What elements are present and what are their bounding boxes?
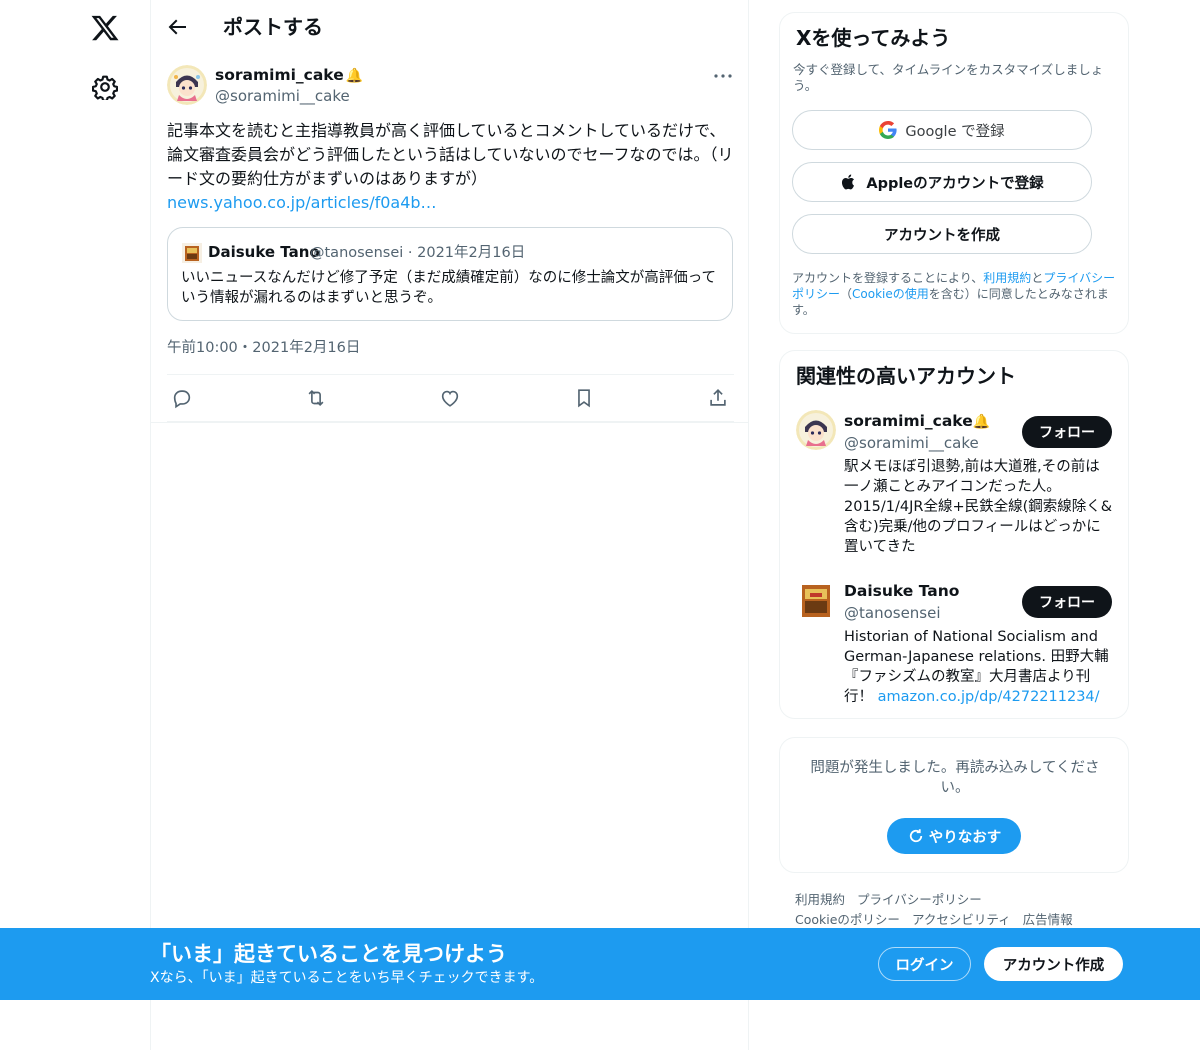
repost-icon[interactable] [305,387,327,409]
post-header: ポストする [151,0,749,54]
quoted-post[interactable]: Daisuke Tano @tanosensei · 2021年2月16日 いい… [167,227,733,321]
terms-link[interactable]: 利用規約 [983,271,1031,285]
related-title: 関連性の高いアカウント [796,364,1016,388]
legal-text-2: と [1031,271,1044,285]
related-account-name-text: soramimi_cake [844,412,973,430]
follow-button[interactable]: フォロー [1022,586,1112,618]
footer-link-terms[interactable]: 利用規約 [795,892,845,907]
create-account-label: アカウントを作成 [884,227,1000,244]
related-account-name[interactable]: Daisuke Tano [844,581,959,601]
x-logo-icon[interactable] [90,13,120,43]
author-handle[interactable]: @soramimi__cake [215,86,350,106]
quote-avatar [182,243,202,263]
related-account-bio: 駅メモほぼ引退勢,前は大道雅,その前は一ノ瀬ことみアイコンだった人。2015/1… [844,459,1113,555]
apple-signup-label: Appleのアカウントで登録 [866,175,1044,192]
more-options-icon[interactable] [711,64,735,88]
google-icon [879,121,897,139]
signup-button[interactable]: アカウント作成 [984,947,1123,981]
post-text: 記事本文を読むと主指導教員が高く評価しているとコメントしているだけで、論文審査委… [167,119,737,215]
bookmark-icon[interactable] [573,387,595,409]
signup-subtitle: 今すぐ登録して、タイムラインをカスタマイズしましょう。 [793,62,1104,93]
signup-card: Xを使ってみよう 今すぐ登録して、タイムラインをカスタマイズしましょう。 Goo… [779,12,1129,334]
post-text-content: 記事本文を読むと主指導教員が高く評価しているとコメントしているだけで、論文審査委… [167,121,734,188]
reply-icon[interactable] [171,387,193,409]
quote-text: いいニュースなんだけど修了予定（まだ成績確定前）なのに修士論文が高評価っていう情… [181,270,717,306]
divider [151,422,749,423]
left-nav [0,0,150,1050]
footer-link-privacy[interactable]: プライバシーポリシー [857,892,982,907]
apple-icon [842,174,855,190]
refresh-icon [909,829,922,843]
legal-text-3: （ [840,287,853,301]
author-name-text: soramimi_cake [215,66,344,84]
google-signup-label: Google で登録 [905,123,1005,140]
signup-title: Xを使ってみよう [796,26,951,50]
retry-label: やりなおす [928,829,1002,846]
avatar[interactable] [796,410,836,450]
signup-banner: 「いま」起きていることを見つけよう Xなら、「いま」起きていることをいち早くチェ… [0,928,1200,1000]
share-icon[interactable] [707,387,729,409]
error-card: 問題が発生しました。再読み込みしてください。 やりなおす [779,737,1129,873]
google-signup-button[interactable]: Google で登録 [792,110,1092,150]
footer-link-ads[interactable]: 広告情報 [1023,912,1073,927]
retry-button[interactable]: やりなおす [887,818,1021,854]
post-actions [167,374,734,422]
page-title: ポストする [223,15,323,39]
post-timestamp[interactable]: 午前10:00・2021年2月16日 [167,337,360,359]
like-icon[interactable] [439,387,461,409]
footer-links: 利用規約 プライバシーポリシー Cookieのポリシー アクセシビリティ 広告情報 [795,890,1125,930]
related-account-handle: @tanosensei [844,604,941,622]
main-column: ポストする soramimi_cake 🔔 @soramimi__cake 記事本… [150,0,749,1050]
bio-link[interactable]: amazon.co.jp/dp/4272211234/ [878,689,1100,705]
banner-title: 「いま」起きていることを見つけよう [150,942,507,966]
error-message: 問題が発生しました。再読み込みしてください。 [810,760,1100,796]
related-accounts-card: 関連性の高いアカウント soramimi_cake🔔 @soramimi__ca… [779,350,1129,719]
related-account-bio: Historian of National Socialism and Germ… [844,627,1114,707]
avatar[interactable] [796,581,836,621]
legal-notice: アカウントを登録することにより、利用規約とプライバシーポリシー（Cookieの使… [792,270,1122,318]
cookie-link[interactable]: Cookieの使用 [852,287,929,301]
footer-link-cookie[interactable]: Cookieのポリシー [795,912,900,927]
bell-icon: 🔔 [345,68,364,84]
create-account-button[interactable]: アカウントを作成 [792,214,1092,254]
apple-signup-button[interactable]: Appleのアカウントで登録 [792,162,1092,202]
legal-text-1: アカウントを登録することにより、 [792,271,984,285]
footer-link-accessibility[interactable]: アクセシビリティ [912,912,1011,927]
gear-icon[interactable] [92,74,118,100]
related-account-handle: @soramimi__cake [844,434,979,452]
post-link[interactable]: news.yahoo.co.jp/articles/f0a4b… [167,193,437,212]
arrow-left-icon[interactable] [165,15,189,39]
banner-subtitle: Xなら、「いま」起きていることをいち早くチェックできます。 [150,970,544,986]
author-name[interactable]: soramimi_cake 🔔 [215,65,363,86]
avatar[interactable] [167,65,207,105]
quote-meta: @tanosensei · 2021年2月16日 [310,245,526,261]
quote-author-name: Daisuke Tano [208,243,320,261]
login-button[interactable]: ログイン [878,947,971,981]
related-account-name[interactable]: soramimi_cake🔔 [844,411,990,432]
bell-icon: 🔔 [972,414,991,430]
follow-button[interactable]: フォロー [1022,416,1112,448]
